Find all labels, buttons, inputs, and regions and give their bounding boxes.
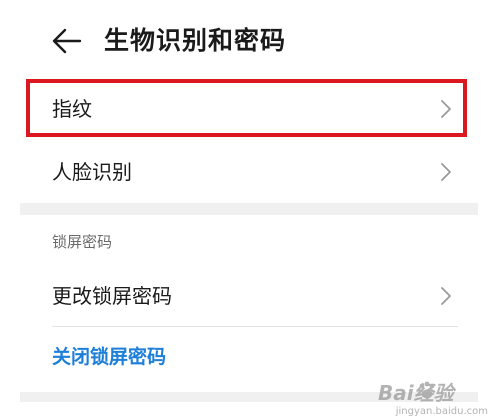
app-header: 生物识别和密码 [0,0,498,80]
settings-item-label: 人脸识别 [52,160,132,184]
chevron-right-icon [441,100,451,118]
settings-item-face-recognition[interactable]: 人脸识别 [20,142,478,202]
settings-item-label: 指纹 [52,97,92,121]
paw-icon [419,381,435,399]
section-title-lock-screen: 锁屏密码 [52,233,113,251]
close-lock-password-link[interactable]: 关闭锁屏密码 [52,340,166,374]
chevron-right-icon [441,163,451,181]
back-button[interactable] [50,26,84,56]
list-divider [52,326,458,327]
watermark-sub: jingyan.baidu.com [395,406,488,417]
chevron-right-icon [441,287,451,305]
page-title: 生物识别和密码 [104,26,287,55]
settings-item-label: 更改锁屏密码 [52,284,172,308]
settings-item-change-lock-password[interactable]: 更改锁屏密码 [20,266,478,326]
settings-item-fingerprint[interactable]: 指纹 [20,79,478,139]
arrow-left-icon [52,28,82,54]
section-divider [20,203,478,215]
baidu-jingyan-watermark: Bai经验 jingyan.baidu.com [378,378,490,418]
